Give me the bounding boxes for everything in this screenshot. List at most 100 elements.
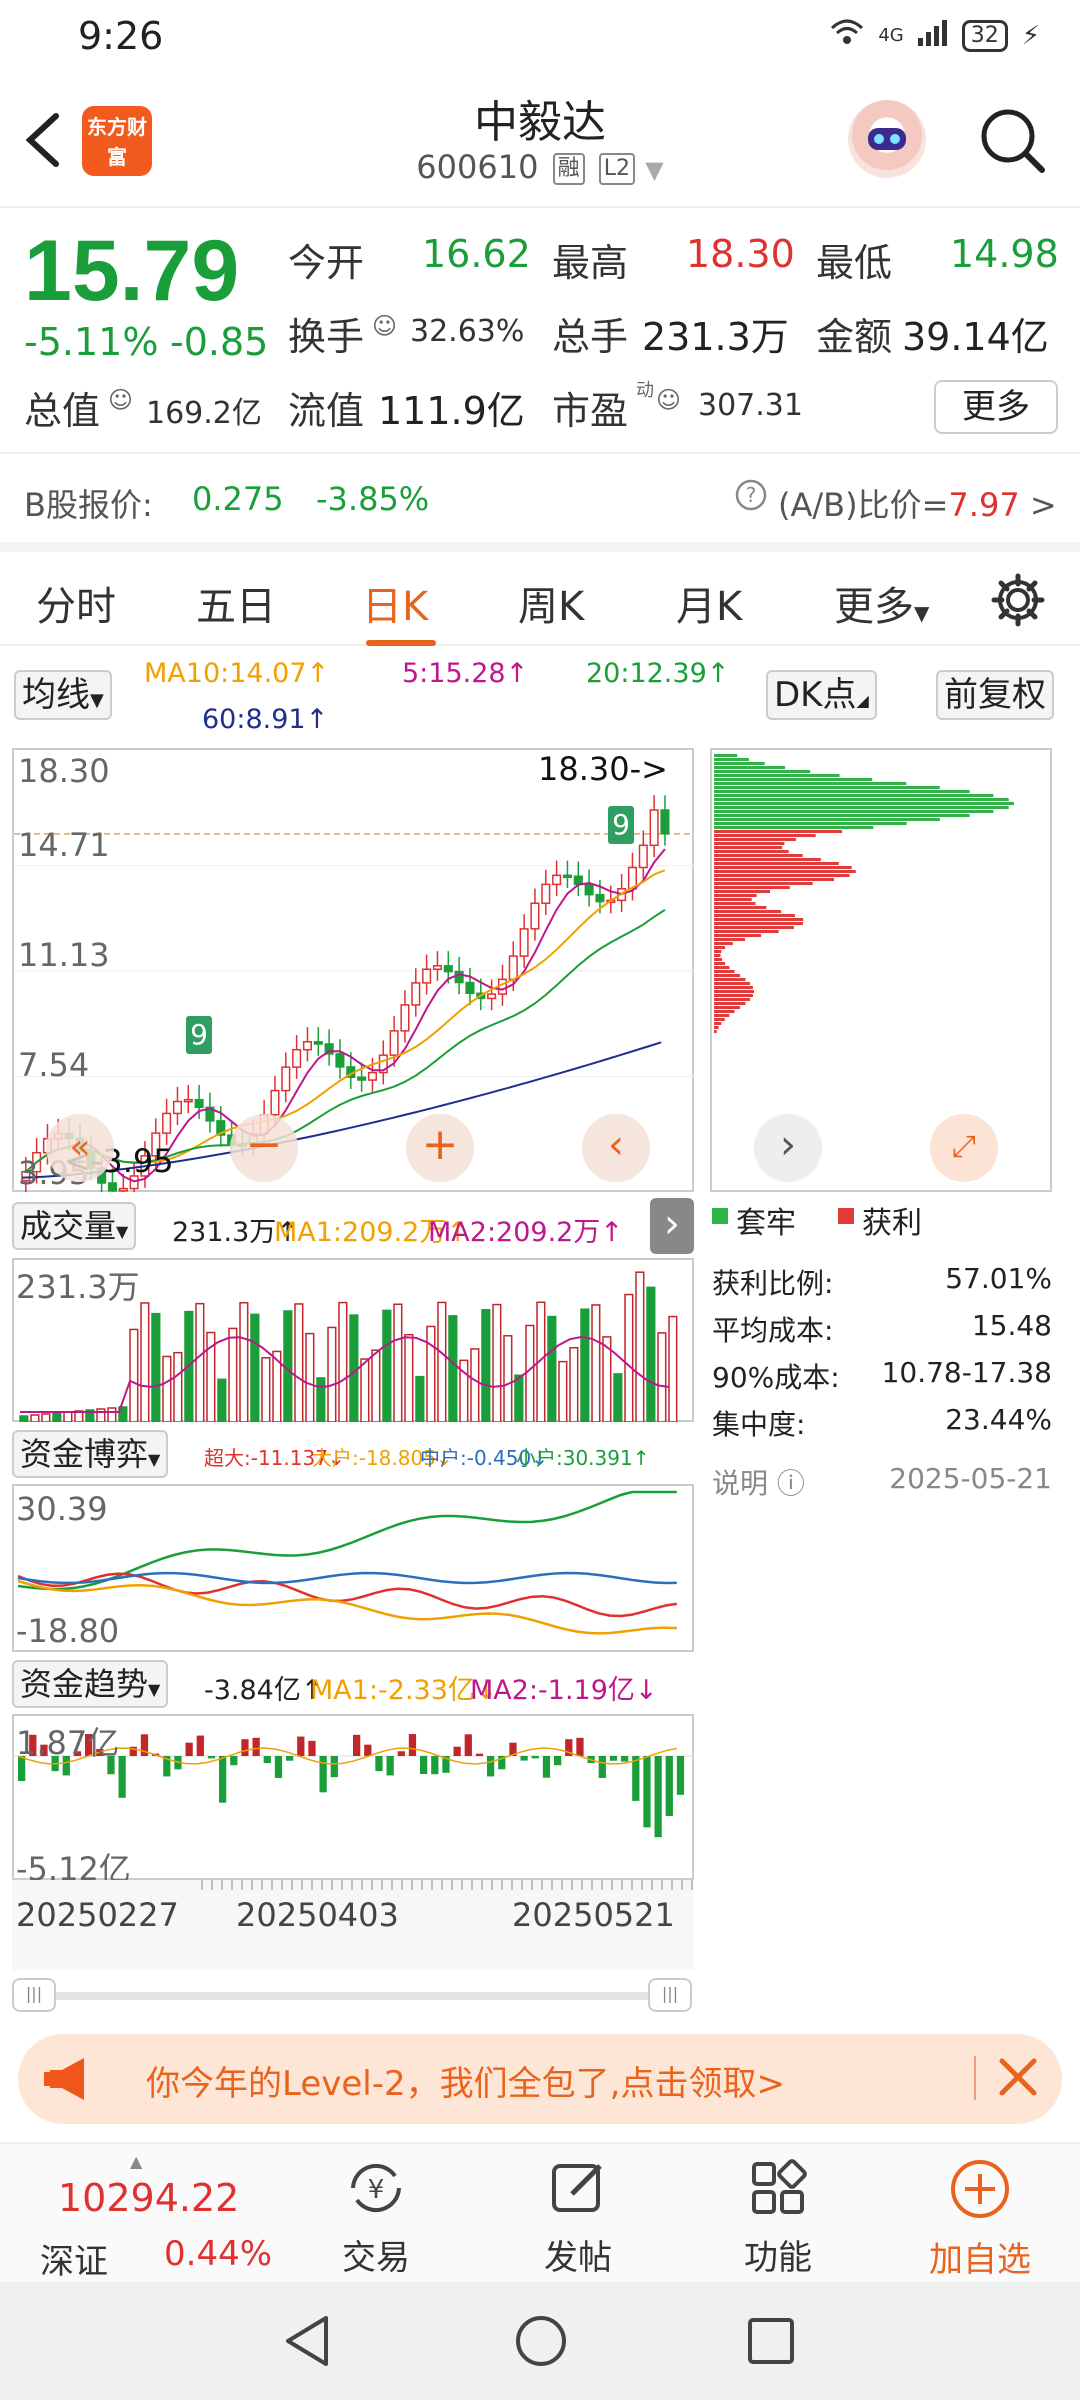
gear-icon[interactable] (988, 570, 1048, 634)
chip-bar (714, 846, 783, 849)
fund-game-chart[interactable]: 30.39 -18.80 (12, 1484, 694, 1652)
chip-bar (714, 906, 767, 909)
low-value: 14.98 (950, 232, 1059, 276)
tab-weekly-k[interactable]: 周K (518, 574, 584, 632)
volume-bar (250, 1313, 260, 1422)
trend-bar (531, 1756, 539, 1759)
chip-note-row[interactable]: 说明 ⓘ 2025-05-21 (712, 1462, 1052, 1509)
volume-bar (107, 1407, 117, 1422)
volume-bar (52, 1412, 62, 1422)
chevron-left-icon[interactable]: ‹ (582, 1114, 650, 1182)
question-icon[interactable]: ? (734, 478, 768, 516)
post-button[interactable]: 发帖 (508, 2158, 648, 2279)
chip-bar (714, 950, 722, 953)
candle-body (465, 981, 475, 995)
expand-icon[interactable]: ⤢ (930, 1114, 998, 1182)
candle-body (443, 965, 453, 973)
dk-point-select[interactable]: DK点◢ (766, 670, 877, 720)
nav-back-icon[interactable] (282, 2314, 334, 2372)
nav-home-icon[interactable] (514, 2314, 568, 2372)
candle-body (573, 875, 583, 886)
nine-turn-top: 9 (608, 806, 634, 844)
index-name: 深证 (40, 2242, 108, 2282)
scroller-right-handle[interactable]: ||| (648, 1978, 692, 2012)
volume-bar (514, 1374, 524, 1422)
ab-ratio-row[interactable]: (A/B)比价=7.97 > (778, 480, 1057, 526)
date-axis: 20250227 20250403 20250521 (12, 1880, 694, 1970)
info-icon[interactable]: ☺ (108, 386, 133, 414)
fund-trend-chart[interactable]: 1.87亿 -5.12亿 (12, 1714, 694, 1888)
chip-distribution-chart[interactable]: › ⤢ (710, 748, 1052, 1192)
volume-bar (140, 1302, 150, 1422)
add-watchlist-button[interactable]: 加自选 (910, 2158, 1050, 2281)
tab-five-day[interactable]: 五日 (196, 574, 276, 632)
expand-panel-icon[interactable]: › (650, 1198, 694, 1254)
volume-select-label: 成交量 (20, 1207, 117, 1245)
trend-bar (118, 1756, 126, 1798)
chevron-right-icon[interactable]: › (754, 1114, 822, 1182)
trade-icon: ¥ (341, 2163, 411, 2222)
chip-stat-label: 平均成本: (712, 1314, 834, 1347)
volume-bar (393, 1303, 403, 1422)
rewind-icon[interactable]: « (46, 1114, 114, 1182)
trend-bar (241, 1739, 249, 1756)
tab-daily-k[interactable]: 日K (362, 574, 428, 632)
volume-bar (349, 1314, 359, 1422)
chip-bar (714, 954, 721, 957)
fund-trend-select[interactable]: 资金趋势▼ (12, 1660, 169, 1708)
close-icon[interactable] (994, 2052, 1042, 2106)
adjust-select[interactable]: 前复权 (936, 670, 1054, 720)
search-icon[interactable] (976, 104, 1048, 180)
ma10-value: MA10:14.07↑ (144, 658, 330, 689)
range-scroller[interactable]: ||| ||| (12, 1978, 694, 2012)
tab-monthly-k[interactable]: 月K (676, 574, 742, 632)
fund-game-select[interactable]: 资金博弈▼ (12, 1430, 169, 1478)
chip-bar (714, 854, 803, 857)
function-button[interactable]: 功能 (708, 2158, 848, 2279)
tab-intraday[interactable]: 分时 (36, 574, 116, 632)
chip-stat-value: 15.48 (971, 1309, 1052, 1342)
trend-bar (487, 1756, 495, 1777)
ma-line (25, 869, 666, 1173)
ma20-value: 20:12.39↑ (586, 658, 730, 689)
volume-chart[interactable]: 231.3万 (12, 1258, 694, 1422)
volume-bar (470, 1348, 480, 1422)
promo-banner[interactable]: 你今年的Level-2，我们全包了,点击领取> (18, 2034, 1062, 2124)
volume-bar (151, 1312, 161, 1422)
volume-bar (294, 1303, 304, 1422)
zoom-in-icon[interactable]: + (406, 1114, 474, 1182)
status-time: 9:26 (78, 14, 164, 58)
trend-bar (554, 1756, 562, 1766)
price-axis-label: 14.71 (18, 826, 110, 864)
ma-line (25, 909, 666, 1173)
kline-chart[interactable]: 18.30 14.71 11.13 7.54 3.95 18.30-> <-3.… (12, 748, 694, 1192)
promo-text: 你今年的Level-2，我们全包了,点击领取> (146, 2064, 785, 2104)
trend-bar (542, 1756, 551, 1778)
mktcap-value: 169.2亿 (146, 396, 262, 431)
volume-bar (173, 1351, 183, 1422)
chip-bar (714, 858, 821, 861)
chip-date: 2025-05-21 (889, 1462, 1052, 1495)
info-icon[interactable]: ☺ (656, 386, 681, 414)
indicator-select[interactable]: 均线▼ (14, 670, 112, 720)
tab-more[interactable]: 更多▼ (834, 574, 929, 632)
chip-bar (714, 862, 839, 865)
chip-bar (714, 1010, 735, 1013)
trend-bar (643, 1756, 651, 1828)
chip-bar (714, 918, 804, 921)
wifi-icon (830, 18, 864, 53)
nav-recents-icon[interactable] (746, 2316, 796, 2370)
volume-indicator-select[interactable]: 成交量▼ (12, 1202, 137, 1250)
candle-body (552, 874, 562, 886)
trade-button[interactable]: ¥ 交易 (306, 2158, 446, 2279)
volume-label: 总手 (552, 315, 629, 359)
chip-bar (714, 902, 756, 905)
scroller-left-handle[interactable]: ||| (12, 1978, 56, 2012)
more-button[interactable]: 更多 (934, 380, 1058, 434)
candle-body (194, 1098, 204, 1109)
candle-body (172, 1100, 183, 1115)
zoom-out-icon[interactable]: − (230, 1114, 298, 1182)
assistant-avatar[interactable] (848, 100, 926, 178)
info-icon[interactable]: ☺ (372, 312, 397, 340)
trend-bar (464, 1734, 472, 1756)
